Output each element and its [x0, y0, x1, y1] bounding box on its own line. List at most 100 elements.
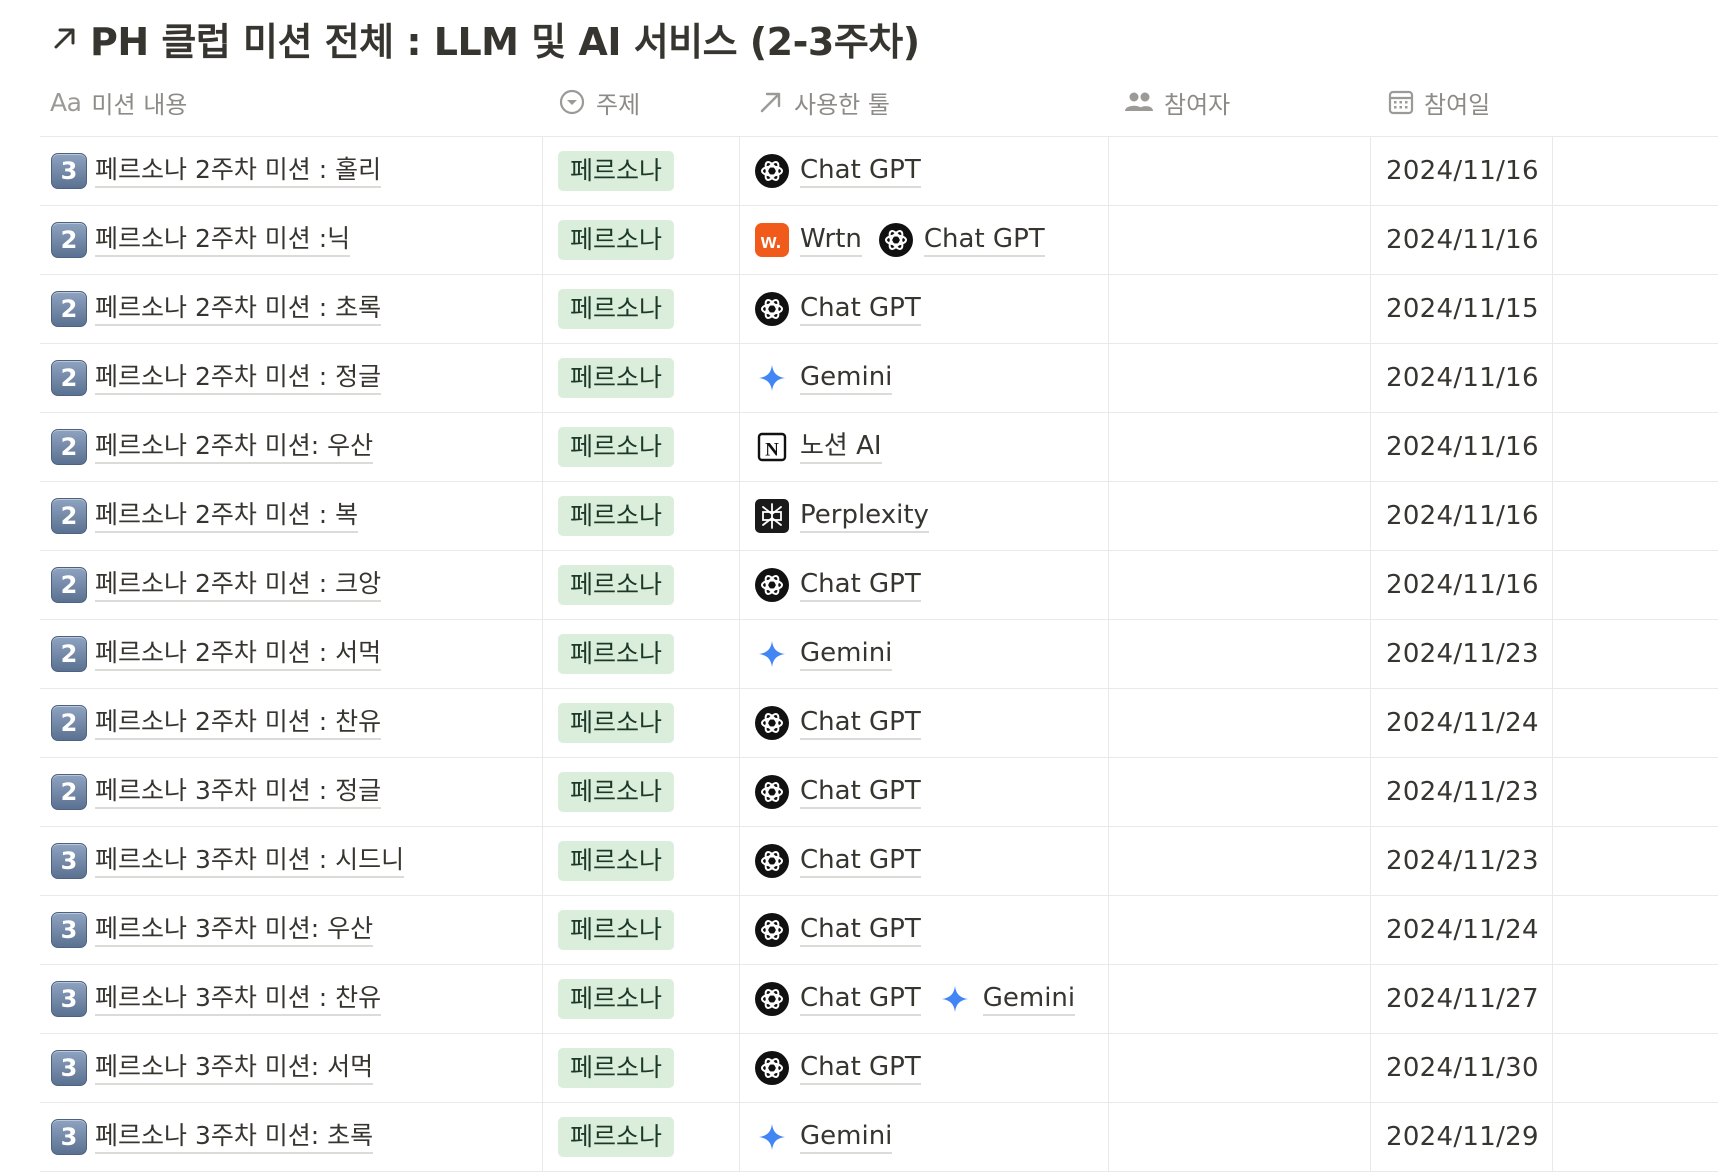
row-title[interactable]: 페르소나 2주차 미션 : 복	[95, 499, 359, 533]
participants-cell[interactable]	[1124, 965, 1364, 1033]
table-row[interactable]: 3 페르소나 3주차 미션: 서먹 페르소나 Chat GPT 2024/11/30	[40, 1034, 1718, 1103]
date-cell[interactable]: 2024/11/24	[1386, 896, 1539, 964]
tools-cell[interactable]: Chat GPT	[754, 551, 937, 619]
database-title[interactable]: PH 클럽 미션 전체 : LLM 및 AI 서비스 (2-3주차)	[50, 12, 920, 64]
topic-cell[interactable]: 페르소나	[558, 758, 675, 826]
title-cell[interactable]: 2 페르소나 2주차 미션 : 정글	[51, 344, 382, 412]
table-row[interactable]: 2 페르소나 2주차 미션 : 서먹 페르소나 Gemini 2024/11/23	[40, 620, 1718, 689]
tool-chip[interactable]: Chat GPT	[754, 1050, 921, 1086]
participants-cell[interactable]	[1124, 896, 1364, 964]
title-cell[interactable]: 2 페르소나 2주차 미션: 우산	[51, 413, 374, 481]
tool-chip[interactable]: Chat GPT	[878, 222, 1045, 258]
title-cell[interactable]: 3 페르소나 3주차 미션 : 시드니	[51, 827, 405, 895]
tool-chip[interactable]: Gemini	[754, 1119, 893, 1155]
tool-chip[interactable]: Chat GPT	[754, 774, 921, 810]
title-cell[interactable]: 2 페르소나 2주차 미션 : 서먹	[51, 620, 382, 688]
topic-cell[interactable]: 페르소나	[558, 689, 675, 757]
topic-cell[interactable]: 페르소나	[558, 413, 675, 481]
column-header-topic[interactable]: 주제	[558, 68, 640, 136]
participants-cell[interactable]	[1124, 620, 1364, 688]
table-row[interactable]: 2 페르소나 2주차 미션: 우산 페르소나 N 노션 AI 2024/11/16	[40, 413, 1718, 482]
row-title[interactable]: 페르소나 2주차 미션 : 찬유	[95, 706, 382, 740]
tools-cell[interactable]: Chat GPT	[754, 758, 937, 826]
table-row[interactable]: 2 페르소나 2주차 미션 :닉 페르소나 w. Wrtn Chat GPT 2024/11…	[40, 206, 1718, 275]
row-title[interactable]: 페르소나 2주차 미션 :닉	[95, 223, 351, 257]
date-cell[interactable]: 2024/11/16	[1386, 413, 1539, 481]
tools-cell[interactable]: Gemini	[754, 620, 908, 688]
topic-cell[interactable]: 페르소나	[558, 551, 675, 619]
tools-cell[interactable]: Chat GPT	[754, 896, 937, 964]
table-row[interactable]: 2 페르소나 2주차 미션 : 복 페르소나 Perplexity 2024/11/16	[40, 482, 1718, 551]
participants-cell[interactable]	[1124, 275, 1364, 343]
tool-chip[interactable]: Chat GPT	[754, 912, 921, 948]
date-cell[interactable]: 2024/11/16	[1386, 137, 1539, 205]
row-title[interactable]: 페르소나 2주차 미션 : 정글	[95, 361, 382, 395]
tools-cell[interactable]: Gemini	[754, 1103, 908, 1171]
topic-cell[interactable]: 페르소나	[558, 1103, 675, 1171]
tools-cell[interactable]: Chat GPT	[754, 137, 937, 205]
topic-cell[interactable]: 페르소나	[558, 344, 675, 412]
participants-cell[interactable]	[1124, 827, 1364, 895]
column-header-participants[interactable]: 참여자	[1124, 68, 1230, 136]
topic-cell[interactable]: 페르소나	[558, 275, 675, 343]
participants-cell[interactable]	[1124, 206, 1364, 274]
row-title[interactable]: 페르소나 3주차 미션: 초록	[95, 1120, 374, 1154]
participants-cell[interactable]	[1124, 137, 1364, 205]
date-cell[interactable]: 2024/11/30	[1386, 1034, 1539, 1102]
topic-cell[interactable]: 페르소나	[558, 1034, 675, 1102]
date-cell[interactable]: 2024/11/16	[1386, 482, 1539, 550]
row-title[interactable]: 페르소나 2주차 미션 : 초록	[95, 292, 382, 326]
title-cell[interactable]: 3 페르소나 3주차 미션: 초록	[51, 1103, 374, 1171]
tools-cell[interactable]: Gemini	[754, 344, 908, 412]
tool-chip[interactable]: Gemini	[937, 981, 1076, 1017]
topic-cell[interactable]: 페르소나	[558, 896, 675, 964]
table-row[interactable]: 2 페르소나 2주차 미션 : 찬유 페르소나 Chat GPT 2024/11/24	[40, 689, 1718, 758]
title-cell[interactable]: 3 페르소나 3주차 미션 : 찬유	[51, 965, 382, 1033]
row-title[interactable]: 페르소나 3주차 미션: 우산	[95, 913, 374, 947]
row-title[interactable]: 페르소나 2주차 미션 : 홀리	[95, 154, 382, 188]
tool-chip[interactable]: Chat GPT	[754, 981, 921, 1017]
date-cell[interactable]: 2024/11/16	[1386, 344, 1539, 412]
tool-chip[interactable]: Chat GPT	[754, 153, 921, 189]
participants-cell[interactable]	[1124, 1103, 1364, 1171]
title-cell[interactable]: 2 페르소나 2주차 미션 : 크앙	[51, 551, 382, 619]
date-cell[interactable]: 2024/11/29	[1386, 1103, 1539, 1171]
table-row[interactable]: 2 페르소나 2주차 미션 : 크앙 페르소나 Chat GPT 2024/11/16	[40, 551, 1718, 620]
tools-cell[interactable]: Chat GPT	[754, 689, 937, 757]
topic-cell[interactable]: 페르소나	[558, 206, 675, 274]
title-cell[interactable]: 3 페르소나 3주차 미션: 서먹	[51, 1034, 374, 1102]
table-row[interactable]: 3 페르소나 3주차 미션 : 찬유 페르소나 Chat GPT Gemini 2024/…	[40, 965, 1718, 1034]
row-title[interactable]: 페르소나 3주차 미션 : 시드니	[95, 844, 405, 878]
date-cell[interactable]: 2024/11/15	[1386, 275, 1539, 343]
participants-cell[interactable]	[1124, 413, 1364, 481]
column-header-tools[interactable]: 사용한 툴	[758, 68, 890, 136]
row-title[interactable]: 페르소나 2주차 미션 : 서먹	[95, 637, 382, 671]
title-cell[interactable]: 3 페르소나 2주차 미션 : 홀리	[51, 137, 382, 205]
row-title[interactable]: 페르소나 2주차 미션 : 크앙	[95, 568, 382, 602]
topic-cell[interactable]: 페르소나	[558, 827, 675, 895]
participants-cell[interactable]	[1124, 758, 1364, 826]
title-cell[interactable]: 2 페르소나 2주차 미션 :닉	[51, 206, 351, 274]
title-cell[interactable]: 2 페르소나 2주차 미션 : 복	[51, 482, 359, 550]
row-title[interactable]: 페르소나 2주차 미션: 우산	[95, 430, 374, 464]
date-cell[interactable]: 2024/11/24	[1386, 689, 1539, 757]
tools-cell[interactable]: Chat GPT	[754, 1034, 937, 1102]
column-header-date[interactable]: 참여일	[1388, 68, 1490, 136]
date-cell[interactable]: 2024/11/23	[1386, 758, 1539, 826]
table-row[interactable]: 3 페르소나 3주차 미션: 우산 페르소나 Chat GPT 2024/11/24	[40, 896, 1718, 965]
table-row[interactable]: 3 페르소나 2주차 미션 : 홀리 페르소나 Chat GPT 2024/11/16	[40, 137, 1718, 206]
date-cell[interactable]: 2024/11/16	[1386, 551, 1539, 619]
participants-cell[interactable]	[1124, 551, 1364, 619]
title-cell[interactable]: 2 페르소나 2주차 미션 : 찬유	[51, 689, 382, 757]
column-header-title[interactable]: Aa 미션 내용	[50, 68, 187, 136]
title-cell[interactable]: 3 페르소나 3주차 미션: 우산	[51, 896, 374, 964]
tool-chip[interactable]: Chat GPT	[754, 291, 921, 327]
table-row[interactable]: 2 페르소나 2주차 미션 : 정글 페르소나 Gemini 2024/11/16	[40, 344, 1718, 413]
tools-cell[interactable]: w. Wrtn Chat GPT	[754, 206, 1061, 274]
date-cell[interactable]: 2024/11/27	[1386, 965, 1539, 1033]
tools-cell[interactable]: Chat GPT Gemini	[754, 965, 1091, 1033]
date-cell[interactable]: 2024/11/23	[1386, 620, 1539, 688]
table-row[interactable]: 2 페르소나 3주차 미션 : 정글 페르소나 Chat GPT 2024/11/23	[40, 758, 1718, 827]
participants-cell[interactable]	[1124, 689, 1364, 757]
tool-chip[interactable]: Gemini	[754, 636, 893, 672]
